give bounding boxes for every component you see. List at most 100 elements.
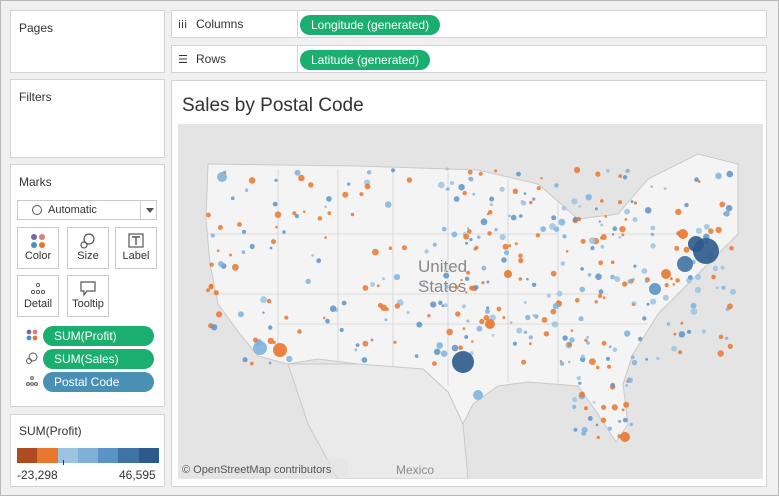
postal-code-mark[interactable]: [584, 406, 588, 411]
postal-code-mark[interactable]: [438, 181, 445, 189]
postal-code-mark[interactable]: [610, 382, 615, 388]
postal-code-mark[interactable]: [661, 269, 671, 279]
postal-code-mark[interactable]: [460, 278, 463, 282]
postal-code-mark[interactable]: [267, 337, 274, 345]
postal-code-mark[interactable]: [250, 361, 254, 366]
postal-code-mark[interactable]: [462, 327, 466, 330]
postal-code-mark[interactable]: [600, 244, 605, 249]
postal-code-mark[interactable]: [350, 212, 355, 217]
postal-code-mark[interactable]: [695, 227, 703, 234]
postal-code-mark[interactable]: [481, 265, 487, 271]
postal-code-mark[interactable]: [624, 208, 631, 215]
postal-code-mark[interactable]: [572, 404, 577, 409]
postal-code-mark[interactable]: [485, 319, 495, 329]
postal-code-mark[interactable]: [518, 253, 523, 259]
postal-code-mark[interactable]: [424, 249, 429, 254]
postal-code-mark[interactable]: [663, 187, 667, 191]
postal-code-mark[interactable]: [242, 357, 248, 363]
postal-code-mark[interactable]: [486, 280, 490, 284]
postal-code-mark[interactable]: [612, 226, 618, 231]
postal-code-mark[interactable]: [641, 268, 648, 274]
postal-code-mark[interactable]: [674, 245, 680, 251]
postal-code-mark[interactable]: [465, 241, 468, 245]
postal-code-mark[interactable]: [618, 236, 622, 239]
postal-code-mark[interactable]: [370, 338, 374, 342]
postal-code-mark[interactable]: [598, 260, 604, 266]
postal-code-mark[interactable]: [208, 284, 214, 290]
postal-code-mark[interactable]: [608, 345, 612, 349]
postal-code-mark[interactable]: [458, 345, 463, 350]
postal-code-mark[interactable]: [598, 220, 601, 223]
postal-code-mark[interactable]: [595, 423, 599, 427]
postal-code-mark[interactable]: [598, 289, 604, 295]
postal-code-mark[interactable]: [465, 291, 468, 294]
tooltip-button[interactable]: Tooltip: [67, 275, 109, 317]
postal-code-mark[interactable]: [624, 330, 631, 337]
postal-code-mark[interactable]: [540, 177, 543, 180]
postal-code-mark[interactable]: [284, 315, 289, 320]
postal-code-mark[interactable]: [237, 311, 244, 318]
postal-code-mark[interactable]: [229, 253, 233, 257]
postal-code-mark[interactable]: [441, 226, 447, 232]
postal-code-mark[interactable]: [516, 327, 523, 334]
postal-code-mark[interactable]: [466, 319, 470, 323]
postal-code-mark[interactable]: [436, 342, 444, 349]
postal-code-mark[interactable]: [394, 303, 400, 309]
postal-code-mark[interactable]: [717, 350, 724, 357]
postal-code-mark[interactable]: [580, 238, 586, 244]
postal-code-mark[interactable]: [388, 246, 393, 250]
postal-code-mark[interactable]: [325, 318, 330, 324]
postal-code-mark[interactable]: [384, 318, 388, 322]
postal-code-mark[interactable]: [432, 361, 437, 366]
postal-code-mark[interactable]: [568, 360, 571, 364]
postal-code-mark[interactable]: [474, 245, 479, 250]
postal-code-mark[interactable]: [725, 204, 733, 212]
postal-code-mark[interactable]: [718, 334, 724, 340]
postal-code-mark[interactable]: [385, 307, 389, 311]
postal-code-mark[interactable]: [502, 316, 506, 320]
postal-code-mark[interactable]: [401, 245, 407, 251]
postal-code-mark[interactable]: [286, 355, 293, 363]
postal-code-mark[interactable]: [464, 335, 469, 339]
postal-code-mark[interactable]: [633, 264, 637, 268]
postal-code-mark[interactable]: [622, 281, 628, 287]
postal-code-mark[interactable]: [720, 265, 725, 270]
postal-code-mark[interactable]: [578, 205, 581, 208]
postal-code-mark[interactable]: [595, 365, 600, 370]
postal-code-mark[interactable]: [694, 286, 702, 294]
postal-code-mark[interactable]: [266, 298, 272, 304]
postal-code-mark[interactable]: [620, 432, 630, 442]
postal-code-mark[interactable]: [473, 390, 483, 400]
postal-code-mark[interactable]: [556, 300, 560, 303]
postal-code-mark[interactable]: [466, 270, 471, 275]
postal-code-mark[interactable]: [268, 361, 272, 365]
postal-code-mark[interactable]: [469, 285, 474, 291]
postal-code-mark[interactable]: [372, 248, 379, 256]
postal-code-mark[interactable]: [518, 277, 523, 281]
postal-code-mark[interactable]: [535, 233, 541, 238]
postal-code-mark[interactable]: [695, 274, 702, 280]
postal-code-mark[interactable]: [704, 223, 710, 230]
postal-code-mark[interactable]: [274, 178, 278, 182]
postal-code-mark[interactable]: [324, 236, 327, 239]
postal-code-mark[interactable]: [272, 201, 278, 207]
postal-code-mark[interactable]: [489, 202, 494, 207]
postal-code-mark[interactable]: [216, 311, 223, 318]
postal-code-mark[interactable]: [684, 202, 689, 208]
postal-code-mark[interactable]: [445, 167, 449, 171]
postal-code-mark[interactable]: [630, 355, 635, 360]
postal-code-mark[interactable]: [532, 197, 536, 201]
postal-code-mark[interactable]: [311, 253, 315, 257]
postal-code-mark[interactable]: [719, 201, 726, 208]
postal-code-mark[interactable]: [354, 348, 358, 352]
postal-code-mark[interactable]: [618, 420, 621, 423]
label-button[interactable]: Label: [115, 227, 157, 269]
postal-code-mark[interactable]: [675, 208, 682, 216]
postal-code-mark[interactable]: [453, 196, 460, 202]
postal-code-mark[interactable]: [701, 329, 706, 334]
postal-code-mark[interactable]: [502, 243, 509, 250]
postal-code-mark[interactable]: [438, 300, 443, 305]
postal-code-mark[interactable]: [462, 190, 467, 196]
postal-code-mark[interactable]: [341, 300, 347, 306]
postal-code-mark[interactable]: [262, 311, 265, 314]
